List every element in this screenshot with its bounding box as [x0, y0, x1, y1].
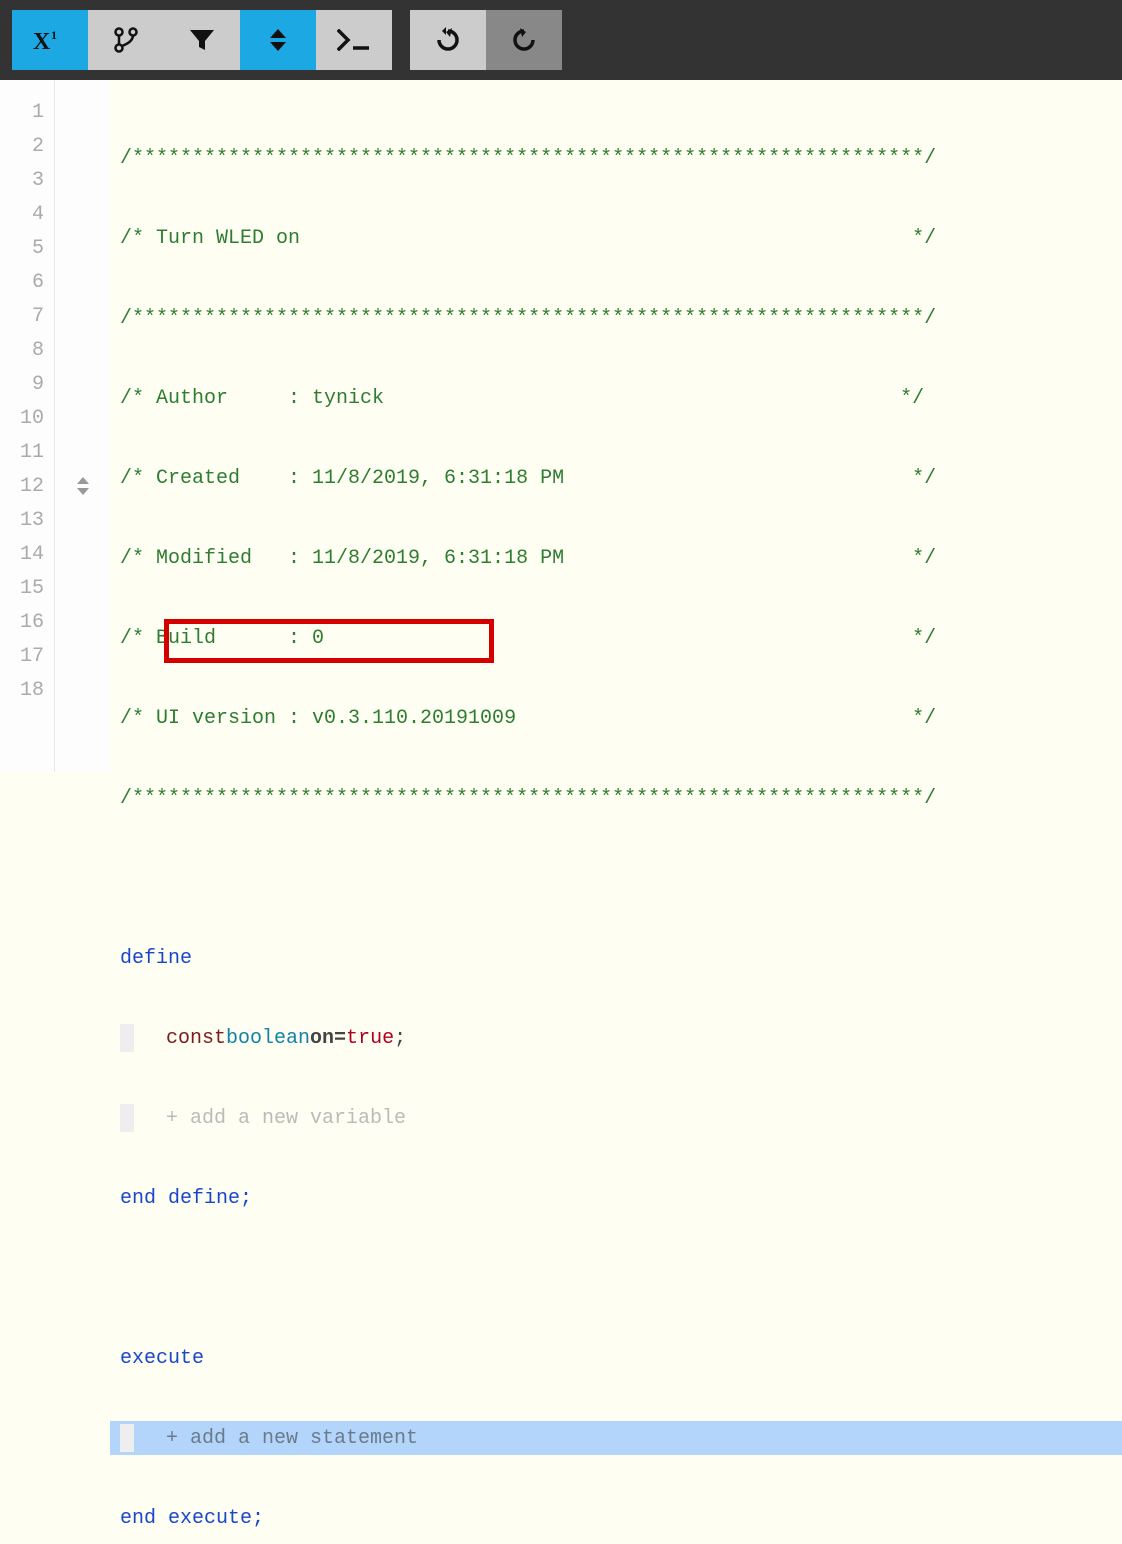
line-number: 5	[0, 231, 54, 265]
code-line: /* Build : 0 */	[110, 621, 1122, 655]
line-number: 8	[0, 333, 54, 367]
line-number: 12	[0, 469, 54, 503]
line-number: 11	[0, 435, 54, 469]
keyword-define: define	[120, 947, 192, 970]
indent-bar	[120, 1024, 134, 1052]
line-number: 18	[0, 673, 54, 707]
indent-bar	[120, 1104, 134, 1132]
code-line-highlighted: + add a new statement	[110, 1421, 1122, 1455]
keyword-const: const	[166, 1027, 226, 1050]
comment: /* Turn WLED on */	[120, 227, 936, 250]
comment: /* Modified : 11/8/2019, 6:31:18 PM */	[120, 547, 936, 570]
keyword-end-execute: end execute;	[120, 1507, 264, 1530]
semicolon: ;	[394, 1027, 406, 1050]
sort-icon	[268, 27, 288, 53]
fold-toggle[interactable]	[55, 469, 110, 503]
undo-button[interactable]	[410, 10, 486, 70]
code-line: end execute;	[110, 1501, 1122, 1535]
line-number: 15	[0, 571, 54, 605]
svg-text:1: 1	[51, 28, 57, 42]
type-boolean: boolean	[226, 1027, 310, 1050]
comment: /***************************************…	[120, 787, 936, 810]
comment: /* Build : 0 */	[120, 627, 936, 650]
branch-icon	[113, 26, 139, 54]
comment: /* Created : 11/8/2019, 6:31:18 PM */	[120, 467, 936, 490]
variable-button[interactable]: X 1	[12, 10, 88, 70]
indent-bar	[120, 1424, 134, 1452]
keyword-end-define: end define;	[120, 1187, 252, 1210]
filter-button[interactable]	[164, 10, 240, 70]
sort-button[interactable]	[240, 10, 316, 70]
line-number: 17	[0, 639, 54, 673]
line-number: 13	[0, 503, 54, 537]
fold-icon	[76, 476, 90, 496]
svg-text:X: X	[33, 29, 51, 53]
op-eq: =	[334, 1027, 346, 1050]
code-line: /* UI version : v0.3.110.20191009 */	[110, 701, 1122, 735]
add-statement-placeholder[interactable]: + add a new statement	[166, 1427, 418, 1450]
keyword-execute: execute	[120, 1347, 204, 1370]
code-line: /* Author : tynick */	[110, 381, 1122, 415]
line-number: 14	[0, 537, 54, 571]
toolbar: X 1	[0, 0, 1122, 80]
fold-column	[55, 80, 110, 772]
code-line	[110, 1261, 1122, 1295]
code-line: define	[110, 941, 1122, 975]
var-on: on	[310, 1027, 334, 1050]
code-line: const boolean on = true;	[110, 1021, 1122, 1055]
branch-button[interactable]	[88, 10, 164, 70]
redo-icon	[510, 26, 538, 54]
line-number: 2	[0, 129, 54, 163]
code-area[interactable]: /***************************************…	[110, 80, 1122, 772]
terminal-button[interactable]	[316, 10, 392, 70]
line-number: 3	[0, 163, 54, 197]
terminal-icon	[337, 29, 371, 51]
code-line: end define;	[110, 1181, 1122, 1215]
add-variable-placeholder[interactable]: + add a new variable	[166, 1107, 406, 1130]
code-line: /***************************************…	[110, 781, 1122, 815]
literal-true: true	[346, 1027, 394, 1050]
variable-icon: X 1	[33, 27, 67, 53]
code-line: + add a new variable	[110, 1101, 1122, 1135]
line-number: 7	[0, 299, 54, 333]
code-line: /* Created : 11/8/2019, 6:31:18 PM */	[110, 461, 1122, 495]
line-number: 6	[0, 265, 54, 299]
redo-button[interactable]	[486, 10, 562, 70]
comment: /* Author : tynick */	[120, 387, 924, 410]
undo-icon	[434, 26, 462, 54]
comment: /***************************************…	[120, 307, 936, 330]
code-line: /***************************************…	[110, 301, 1122, 335]
line-gutter: 1 2 3 4 5 6 7 8 9 10 11 12 13 14 15 16 1…	[0, 80, 55, 772]
code-line: /***************************************…	[110, 141, 1122, 175]
toolbar-group-main: X 1	[12, 10, 392, 70]
line-number: 10	[0, 401, 54, 435]
code-line: execute	[110, 1341, 1122, 1375]
code-line: /* Turn WLED on */	[110, 221, 1122, 255]
code-line	[110, 861, 1122, 895]
comment: /* UI version : v0.3.110.20191009 */	[120, 707, 936, 730]
line-number: 9	[0, 367, 54, 401]
filter-icon	[189, 28, 215, 52]
code-line: /* Modified : 11/8/2019, 6:31:18 PM */	[110, 541, 1122, 575]
comment: /***************************************…	[120, 147, 936, 170]
line-number: 1	[0, 95, 54, 129]
toolbar-group-history	[410, 10, 562, 70]
line-number: 16	[0, 605, 54, 639]
line-number: 4	[0, 197, 54, 231]
editor: 1 2 3 4 5 6 7 8 9 10 11 12 13 14 15 16 1…	[0, 80, 1122, 772]
